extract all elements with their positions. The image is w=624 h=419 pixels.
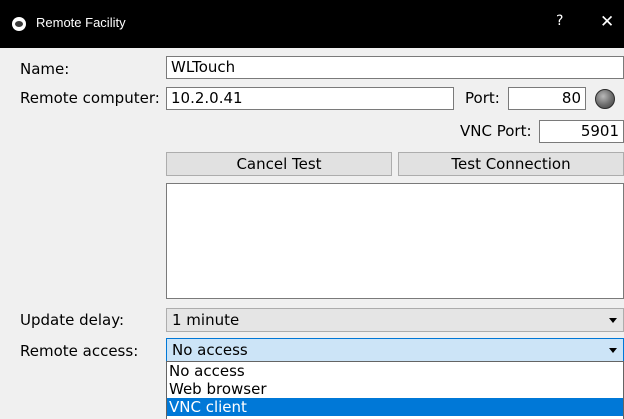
remote-access-label: Remote access: bbox=[20, 342, 139, 360]
close-icon[interactable]: ✕ bbox=[600, 12, 614, 32]
chevron-down-icon bbox=[609, 318, 617, 323]
remote-access-dropdown: No access Web browser VNC client bbox=[166, 361, 624, 419]
update-delay-value: 1 minute bbox=[172, 311, 240, 329]
cancel-test-button[interactable]: Cancel Test bbox=[166, 152, 392, 176]
update-delay-label: Update delay: bbox=[20, 311, 125, 329]
option-web-browser[interactable]: Web browser bbox=[167, 380, 623, 398]
vnc-port-field[interactable]: 5901 bbox=[539, 120, 624, 143]
connection-log[interactable] bbox=[166, 183, 624, 299]
remote-access-value: No access bbox=[172, 341, 248, 359]
remote-computer-field[interactable]: 10.2.0.41 bbox=[166, 87, 454, 110]
port-label: Port: bbox=[465, 89, 500, 107]
remote-access-select[interactable]: No access bbox=[166, 338, 624, 362]
chevron-down-icon bbox=[609, 348, 617, 353]
help-button[interactable]: ? bbox=[556, 13, 563, 29]
port-field[interactable]: 80 bbox=[508, 87, 586, 110]
name-field[interactable]: WLTouch bbox=[166, 56, 624, 79]
option-vnc-client[interactable]: VNC client bbox=[167, 398, 623, 416]
remote-computer-label: Remote computer: bbox=[20, 89, 160, 107]
name-label: Name: bbox=[20, 60, 70, 78]
status-indicator-icon bbox=[595, 89, 615, 109]
test-connection-button[interactable]: Test Connection bbox=[398, 152, 624, 176]
vnc-port-label: VNC Port: bbox=[460, 122, 532, 140]
app-icon bbox=[12, 17, 26, 31]
option-no-access[interactable]: No access bbox=[167, 362, 623, 380]
title-bar: Remote Facility ? ✕ bbox=[0, 0, 624, 48]
window-title: Remote Facility bbox=[36, 15, 126, 30]
update-delay-select[interactable]: 1 minute bbox=[166, 308, 624, 332]
